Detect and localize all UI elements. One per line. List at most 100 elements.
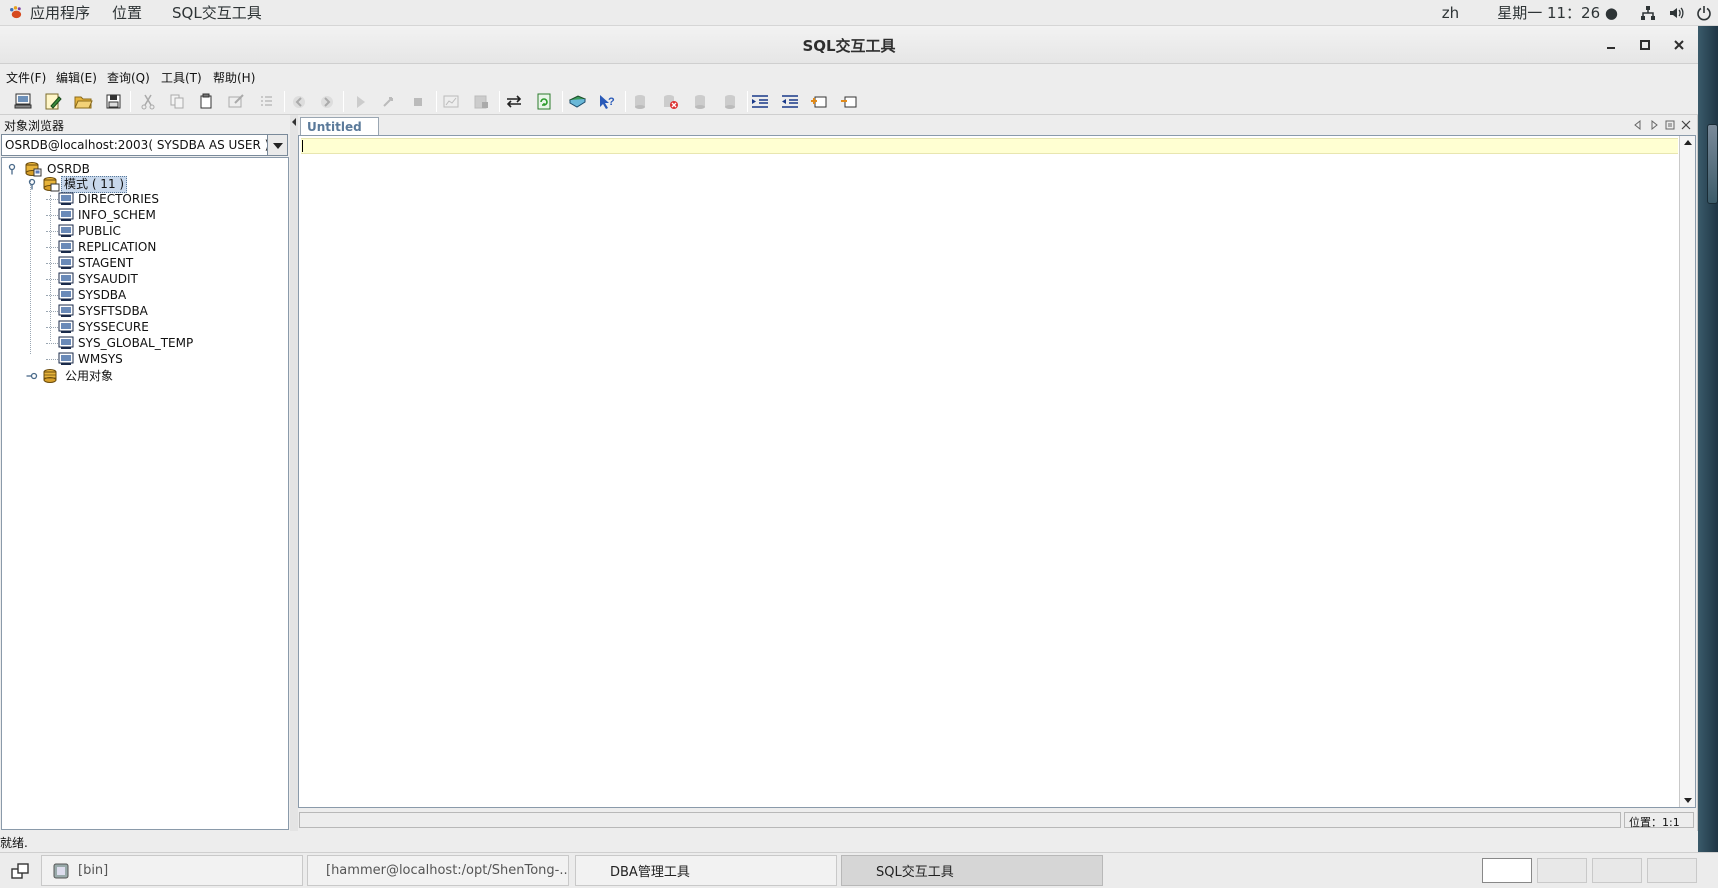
copy-button[interactable] — [166, 91, 188, 112]
paste-button[interactable] — [195, 91, 217, 112]
object-browser-label: 对象浏览器 — [4, 119, 65, 133]
toolbar-separator — [625, 91, 626, 112]
connection-select[interactable]: OSRDB@localhost:2003( SYSDBA AS USER ) — [1, 134, 288, 156]
volume-icon[interactable] — [1668, 5, 1684, 21]
explain-button[interactable] — [440, 91, 462, 112]
tree-node-schema[interactable]: SYSAUDIT — [46, 271, 140, 287]
close-icon[interactable] — [1670, 36, 1688, 54]
schema-icon — [58, 336, 74, 349]
task-sql-tool[interactable]: SQL交互工具 — [841, 855, 1103, 886]
tree-node-schema[interactable]: SYSDBA — [46, 287, 128, 303]
places-menu[interactable]: 位置 — [112, 2, 142, 23]
schema-icon — [58, 352, 74, 365]
format-button[interactable] — [225, 91, 247, 112]
indent-button[interactable] — [749, 91, 771, 112]
execute-step-button[interactable] — [378, 91, 400, 112]
network-icon[interactable] — [1640, 5, 1656, 21]
tree-node-schemas[interactable]: 模式 ( 11 ) — [26, 175, 128, 193]
refresh-icon — [537, 93, 551, 110]
tree-node-schema[interactable]: WMSYS — [46, 351, 125, 367]
menubar: 文件(F) 编辑(E) 查询(Q) 工具(T) 帮助(H) — [0, 64, 1698, 88]
tab-untitled-1[interactable]: Untitled #1 — [300, 117, 379, 148]
tree-schema-label: DIRECTORIES — [78, 191, 159, 206]
menu-file[interactable]: 文件(F) — [6, 69, 46, 86]
cut-button[interactable] — [137, 91, 159, 112]
forward-button[interactable] — [316, 91, 338, 112]
tab-list-icon[interactable] — [1665, 120, 1675, 130]
new-script-button[interactable] — [42, 91, 64, 112]
task-dba-tool[interactable]: DBA管理工具 — [575, 855, 837, 886]
minimize-icon[interactable] — [1602, 36, 1620, 54]
show-desktop-icon[interactable] — [10, 861, 30, 881]
scroll-down-icon[interactable] — [1682, 794, 1694, 806]
chevron-down-icon[interactable] — [267, 135, 287, 155]
tree-node-schema[interactable]: SYSFTSDBA — [46, 303, 150, 319]
tab-close-icon[interactable] — [1681, 120, 1691, 130]
tree-node-schema[interactable]: REPLICATION — [46, 239, 158, 255]
tree-connector — [46, 310, 58, 312]
pane-splitter[interactable] — [290, 115, 298, 831]
schema-icon — [58, 304, 74, 317]
export-button[interactable] — [470, 91, 492, 112]
tree-toggle-expanded-icon[interactable] — [26, 178, 38, 190]
tree-node-schema[interactable]: INFO_SCHEM — [46, 207, 158, 223]
execute-button[interactable] — [349, 91, 371, 112]
connect-button[interactable] — [12, 91, 34, 112]
outdent-button[interactable] — [779, 91, 801, 112]
collapse-arrow-icon[interactable] — [290, 115, 298, 131]
tab-scroll-left-icon[interactable] — [1633, 120, 1643, 130]
vertical-scrollbar[interactable] — [1679, 136, 1695, 807]
menu-tools[interactable]: 工具(T) — [161, 69, 202, 86]
task-bin[interactable]: [bin] — [41, 855, 303, 886]
language-indicator[interactable]: zh — [1442, 4, 1459, 22]
tree-node-schema[interactable]: DIRECTORIES — [46, 191, 161, 207]
connection-value: OSRDB@localhost:2003( SYSDBA AS USER ) — [5, 138, 270, 152]
manual-button[interactable] — [566, 91, 588, 112]
tree-node-schema[interactable]: SYSSECURE — [46, 319, 151, 335]
open-file-button[interactable] — [72, 91, 94, 112]
back-button[interactable] — [288, 91, 310, 112]
background-window-edge — [1707, 124, 1718, 204]
workspace-4[interactable] — [1647, 858, 1697, 883]
db-button-3[interactable] — [689, 91, 711, 112]
uncomment-button[interactable] — [838, 91, 860, 112]
save-button[interactable] — [102, 91, 124, 112]
tree-node-schema[interactable]: PUBLIC — [46, 223, 123, 239]
active-app-menu[interactable]: SQL交互工具 — [172, 2, 262, 23]
tree-connector — [46, 262, 58, 264]
tree-node-public-objects[interactable]: 公用对象 — [26, 368, 115, 384]
tree-node-schema[interactable]: STAGENT — [46, 255, 135, 271]
tree-toggle-collapsed-icon[interactable] — [26, 370, 38, 382]
db-button-1[interactable] — [629, 91, 651, 112]
window-title: SQL交互工具 — [802, 37, 896, 55]
stop-button[interactable] — [407, 91, 429, 112]
workspace-3[interactable] — [1592, 858, 1642, 883]
task-label: SQL交互工具 — [876, 865, 954, 880]
toolbar-separator — [284, 91, 285, 112]
list-button[interactable] — [255, 91, 277, 112]
refresh-button[interactable] — [533, 91, 555, 112]
tree-toggle-expanded-icon[interactable] — [6, 163, 18, 175]
sql-editor[interactable] — [298, 135, 1696, 808]
tab-scroll-right-icon[interactable] — [1649, 120, 1659, 130]
menu-help[interactable]: 帮助(H) — [213, 69, 255, 86]
clock[interactable]: 星期一 11：26 ● — [1497, 2, 1618, 23]
transfer-button[interactable] — [503, 91, 525, 112]
db-disconnect-button[interactable] — [659, 91, 681, 112]
workspace-2[interactable] — [1537, 858, 1587, 883]
power-icon[interactable] — [1696, 5, 1712, 21]
tree-node-schema[interactable]: SYS_GLOBAL_TEMP — [46, 335, 195, 351]
comment-button[interactable] — [808, 91, 830, 112]
help-button[interactable]: ? — [596, 91, 618, 112]
menu-edit[interactable]: 编辑(E) — [56, 69, 97, 86]
applications-menu[interactable]: 应用程序 — [8, 2, 90, 23]
database-server-icon — [25, 162, 42, 177]
scroll-up-icon[interactable] — [1682, 137, 1694, 149]
window-titlebar[interactable]: SQL交互工具 — [0, 26, 1698, 64]
menu-query[interactable]: 查询(Q) — [107, 69, 150, 86]
task-terminal[interactable]: [hammer@localhost:/opt/ShenTong-... — [307, 855, 569, 886]
indent-icon — [752, 95, 768, 108]
workspace-1[interactable] — [1482, 858, 1532, 883]
maximize-icon[interactable] — [1636, 36, 1654, 54]
db-button-4[interactable] — [719, 91, 741, 112]
